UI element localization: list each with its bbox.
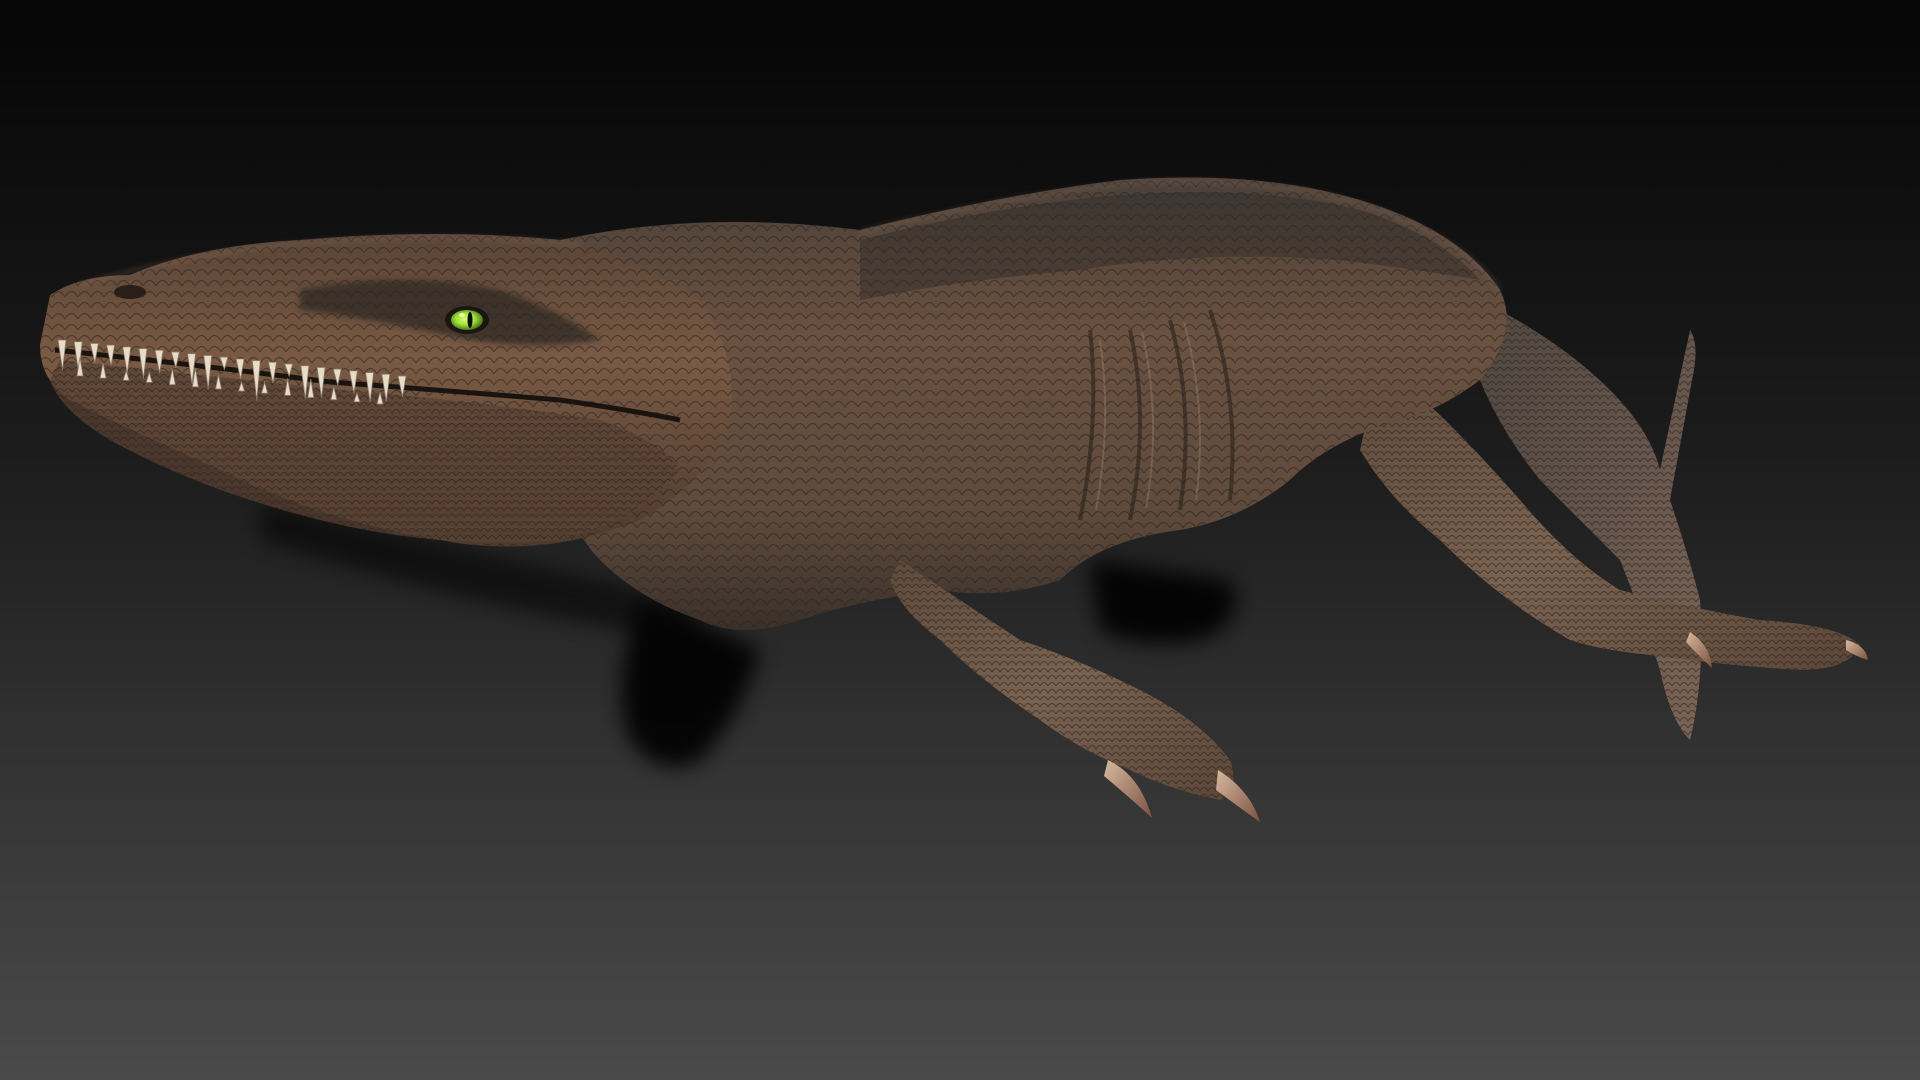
sculpt-render bbox=[0, 0, 1920, 1080]
render-viewport bbox=[0, 0, 1920, 1080]
nostril bbox=[114, 285, 146, 299]
eye bbox=[445, 306, 489, 334]
